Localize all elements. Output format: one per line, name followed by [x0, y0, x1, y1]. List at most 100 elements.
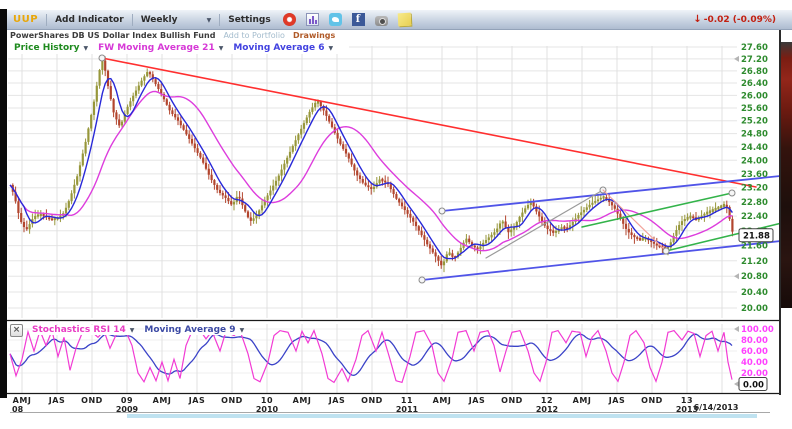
add-to-portfolio-link[interactable]: Add to Portfolio — [223, 31, 285, 40]
chevron-down-icon[interactable]: ▼ — [207, 17, 212, 24]
gray-trend-line[interactable] — [486, 187, 606, 258]
chart-canvas: 27.6027.2026.8026.4026.0025.6025.2024.80… — [0, 0, 792, 429]
svg-text:12: 12 — [541, 396, 553, 405]
svg-text:13: 13 — [681, 396, 693, 405]
legend-label: Stochastics RSI 14 — [32, 325, 126, 335]
add-indicator-button[interactable]: Add Indicator — [49, 15, 130, 25]
svg-text:60.00: 60.00 — [741, 347, 768, 357]
price-pane-legend: Price History ▼ FW Moving Average 21 ▼ M… — [7, 42, 349, 54]
fund-name: PowerShares DB US Dollar Index Bullish F… — [10, 31, 215, 40]
chevron-down-icon[interactable]: ▼ — [83, 45, 88, 52]
legend-moving-average-9[interactable]: Moving Average 9 ▼ — [144, 325, 244, 335]
price-axis-labels: 27.6027.2026.8026.4026.0025.6025.2024.80… — [734, 43, 768, 314]
chart-end-date: 6/14/2013 — [694, 403, 739, 412]
bar-chart-icon[interactable] — [306, 13, 319, 26]
background-window-strip — [781, 42, 792, 308]
sticky-note-icon[interactable] — [397, 13, 411, 27]
stoch-rsi-line — [10, 330, 732, 382]
drawing-handle[interactable] — [419, 277, 425, 283]
stochastics-lines — [10, 330, 732, 382]
svg-text:27.20: 27.20 — [741, 55, 768, 65]
chevron-down-icon[interactable]: ▼ — [329, 45, 334, 52]
svg-text:10: 10 — [261, 396, 273, 405]
salmon-line[interactable] — [603, 190, 669, 254]
svg-text:26.80: 26.80 — [741, 67, 768, 77]
symbol-subbar: PowerShares DB US Dollar Index Bullish F… — [7, 30, 792, 41]
svg-text:0.00: 0.00 — [743, 381, 764, 391]
legend-price-history[interactable]: Price History ▼ — [14, 43, 88, 53]
svg-text:23.60: 23.60 — [741, 170, 768, 180]
twitter-icon[interactable] — [329, 13, 342, 26]
svg-text:AMJ: AMJ — [153, 396, 172, 405]
svg-text:JAS: JAS — [468, 396, 485, 405]
axis-marker-icon — [734, 326, 739, 332]
svg-text:22.40: 22.40 — [741, 212, 768, 222]
symbol-ticker[interactable]: UUP — [7, 14, 44, 25]
drawings-menu[interactable]: Drawings — [293, 31, 335, 40]
svg-text:OND: OND — [81, 396, 103, 405]
chevron-down-icon[interactable]: ▼ — [219, 45, 224, 52]
legend-label: Moving Average 9 — [144, 325, 235, 335]
app-bottom-border — [10, 412, 770, 413]
last-price-label: 21.88 — [739, 229, 773, 242]
window-left-border — [0, 9, 7, 398]
green-upper-line[interactable] — [582, 190, 735, 227]
svg-text:AMJ: AMJ — [433, 396, 452, 405]
svg-text:25.60: 25.60 — [741, 104, 768, 114]
svg-text:24.00: 24.00 — [741, 156, 768, 166]
toolbar-divider — [46, 14, 47, 26]
svg-text:JAS: JAS — [608, 396, 625, 405]
alarm-clock-icon[interactable] — [283, 13, 296, 26]
close-indicator-button[interactable]: × — [10, 324, 23, 337]
svg-text:21.88: 21.88 — [743, 232, 770, 242]
svg-text:25.20: 25.20 — [741, 117, 768, 127]
svg-text:100.00: 100.00 — [741, 325, 774, 335]
ma-6-line — [10, 78, 732, 259]
axis-marker-icon — [734, 56, 739, 62]
svg-text:JAS: JAS — [48, 396, 65, 405]
svg-text:26.40: 26.40 — [741, 79, 768, 89]
axis-marker-icon — [734, 381, 739, 387]
timeframe-value: Weekly — [141, 15, 178, 25]
settings-button[interactable]: Settings — [222, 15, 276, 25]
chevron-down-icon[interactable]: ▼ — [130, 327, 135, 334]
svg-text:OND: OND — [221, 396, 243, 405]
svg-text:23.20: 23.20 — [741, 184, 768, 194]
svg-text:AMJ: AMJ — [573, 396, 592, 405]
svg-text:22.80: 22.80 — [741, 198, 768, 208]
drawing-handle[interactable] — [663, 248, 669, 254]
svg-text:AMJ: AMJ — [293, 396, 312, 405]
change-value: -0.02 (-0.09%) — [704, 15, 776, 25]
ma-21-line — [10, 92, 732, 251]
drawing-handle[interactable] — [729, 190, 735, 196]
indicator-current-value-label: 0.00 — [739, 378, 767, 391]
down-arrow-icon: ↓ — [693, 14, 701, 25]
svg-text:11: 11 — [401, 396, 413, 405]
legend-moving-average-6[interactable]: Moving Average 6 ▼ — [233, 43, 333, 53]
chevron-down-icon[interactable]: ▼ — [240, 327, 245, 334]
svg-text:JAS: JAS — [188, 396, 205, 405]
legend-fw-moving-average-21[interactable]: FW Moving Average 21 ▼ — [98, 43, 223, 53]
main-toolbar: UUP Add Indicator Weekly ▼ Settings f ↓ … — [7, 10, 792, 30]
drawing-handle[interactable] — [99, 55, 105, 61]
toolbar-divider — [219, 14, 220, 26]
legend-label: Moving Average 6 — [233, 43, 324, 53]
camera-icon[interactable] — [375, 16, 388, 26]
toolbar-icon-group: f — [283, 13, 411, 26]
svg-text:24.80: 24.80 — [741, 130, 768, 140]
candlesticks — [12, 56, 734, 272]
horizontal-scrollbar[interactable] — [127, 414, 757, 418]
svg-text:OND: OND — [641, 396, 663, 405]
drawing-handle[interactable] — [439, 208, 445, 214]
svg-text:80.00: 80.00 — [741, 336, 768, 346]
timeframe-dropdown[interactable]: Weekly ▼ — [135, 15, 218, 25]
svg-text:21.20: 21.20 — [741, 257, 768, 267]
legend-label: FW Moving Average 21 — [98, 43, 215, 53]
svg-text:20.40: 20.40 — [741, 288, 768, 298]
svg-text:OND: OND — [501, 396, 523, 405]
svg-text:21.60: 21.60 — [741, 242, 768, 252]
price-change-indicator: ↓ -0.02 (-0.09%) — [693, 14, 776, 25]
facebook-icon[interactable]: f — [352, 13, 365, 26]
svg-text:AMJ: AMJ — [13, 396, 32, 405]
legend-stochastics-rsi[interactable]: Stochastics RSI 14 ▼ — [32, 325, 134, 335]
